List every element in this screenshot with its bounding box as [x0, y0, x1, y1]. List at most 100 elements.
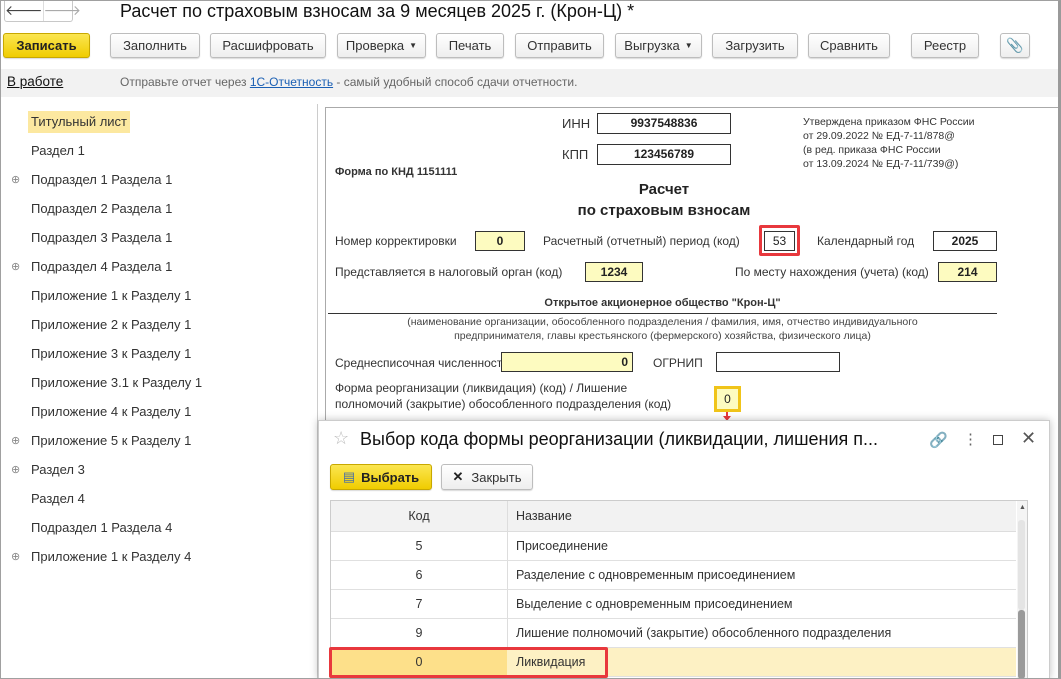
caret-down-icon: ▼ — [684, 41, 693, 50]
select-label: Выбрать — [361, 469, 420, 485]
period-label: Расчетный (отчетный) период (код) — [543, 234, 740, 248]
sidebar-item[interactable]: Подраздел 1 Раздела 4 — [28, 517, 175, 539]
column-header-code[interactable]: Код — [331, 509, 507, 523]
sidebar-item[interactable]: Приложение 3 к Разделу 1 — [28, 343, 194, 365]
org-name[interactable]: Открытое акционерное общество "Крон-Ц" — [328, 297, 997, 309]
sidebar-item[interactable]: Приложение 2 к Разделу 1 — [28, 314, 194, 336]
attach-button[interactable]: 📎 — [1000, 33, 1030, 58]
period-field[interactable]: 53 — [764, 231, 795, 251]
sidebar-item[interactable]: Раздел 4 — [28, 488, 88, 510]
reorg-label: Форма реорганизации (ликвидация) (код) /… — [335, 381, 628, 395]
approval-line: (в ред. приказа ФНС России — [803, 144, 941, 156]
check-dropdown[interactable]: Проверка ▼ — [337, 33, 426, 58]
headcount-field[interactable]: 0 — [501, 352, 633, 372]
year-field[interactable]: 2025 — [933, 231, 997, 251]
caret-down-icon: ▼ — [409, 41, 418, 50]
tax-office-field[interactable]: 1234 — [585, 262, 643, 282]
cell-code: 7 — [415, 597, 423, 611]
maximize-icon[interactable] — [993, 435, 1003, 445]
hint-text: Отправьте отчет через 1С-Отчетность - са… — [120, 75, 577, 89]
sidebar-item[interactable]: Подраздел 1 Раздела 1 — [28, 169, 175, 191]
knd-label: Форма по КНД 1151111 — [335, 166, 458, 178]
ogrnip-field[interactable] — [716, 352, 840, 372]
close-icon[interactable]: ✕ — [1021, 428, 1036, 449]
expand-icon[interactable]: ⊕ — [11, 463, 20, 476]
window-title: Расчет по страховым взносам за 9 месяцев… — [120, 1, 635, 21]
sidebar-item[interactable]: Приложение 4 к Разделу 1 — [28, 401, 194, 423]
year-label: Календарный год — [817, 234, 915, 248]
form-subheading: по страховым взносам — [577, 202, 751, 219]
selection-highlight — [329, 647, 608, 678]
inn-label: ИНН — [562, 116, 591, 131]
paperclip-icon: 📎 — [1006, 37, 1024, 53]
registry-button[interactable]: Реестр — [911, 33, 979, 58]
org-caption: предпринимателя, главы крестьянского (фе… — [454, 330, 871, 342]
compare-button[interactable]: Сравнить — [808, 33, 890, 58]
back-button[interactable]: 🡐 — [5, 0, 43, 21]
export-label: Выгрузка — [624, 38, 680, 53]
approval-line: от 13.09.2024 № ЕД-7-11/739@) — [803, 158, 959, 170]
sidebar-item[interactable]: Подраздел 3 Раздела 1 — [28, 227, 175, 249]
sidebar-item[interactable]: Подраздел 4 Раздела 1 — [28, 256, 175, 278]
check-label: Проверка — [345, 38, 405, 53]
more-icon[interactable]: ⋮ — [963, 430, 978, 448]
history-nav: 🡐 🡒 — [4, 0, 81, 22]
print-button[interactable]: Печать — [436, 33, 504, 58]
hint-before: Отправьте отчет через — [120, 75, 250, 89]
scrollbar-thumb[interactable] — [1018, 610, 1025, 679]
sidebar-item[interactable]: Раздел 1 — [28, 140, 88, 162]
select-icon: ▤ — [342, 469, 356, 484]
cell-code: 5 — [415, 539, 423, 553]
scroll-up-icon[interactable]: ▲ — [1019, 504, 1026, 511]
sidebar-item[interactable]: Приложение 1 к Разделу 1 — [28, 285, 194, 307]
sidebar-item[interactable]: Приложение 1 к Разделу 4 — [28, 546, 194, 568]
inn-field[interactable]: 9937548836 — [597, 113, 731, 134]
kpp-field[interactable]: 123456789 — [597, 144, 731, 165]
form-heading: Расчет — [638, 181, 690, 198]
star-icon[interactable]: ☆ — [333, 428, 349, 449]
decode-button[interactable]: Расшифровать — [210, 33, 326, 58]
sidebar-item[interactable]: Приложение 3.1 к Разделу 1 — [28, 372, 205, 394]
status-link[interactable]: В работе — [7, 74, 63, 89]
expand-icon[interactable]: ⊕ — [11, 173, 20, 186]
correction-field[interactable]: 0 — [475, 231, 525, 251]
form-border — [325, 107, 1058, 108]
cell-code: 6 — [415, 568, 423, 582]
ogrnip-label: ОГРНИП — [653, 356, 703, 370]
cell-code: 9 — [415, 626, 423, 640]
column-header-name[interactable]: Название — [516, 509, 572, 523]
expand-icon[interactable]: ⊕ — [11, 550, 20, 563]
x-icon: ✕ — [452, 469, 464, 484]
sidebar-item[interactable]: Подраздел 2 Раздела 1 — [28, 198, 175, 220]
approval-note: Утверждена приказом ФНС России от 29.09.… — [803, 115, 974, 171]
reorg-field[interactable]: 0 — [714, 386, 741, 412]
sidebar-item[interactable]: Раздел 3 — [28, 459, 88, 481]
expand-icon[interactable]: ⊕ — [11, 434, 20, 447]
approval-line: Утверждена приказом ФНС России — [803, 116, 975, 128]
send-button[interactable]: Отправить — [515, 33, 604, 58]
location-field[interactable]: 214 — [938, 262, 997, 282]
hint-after: - самый удобный способ сдачи отчетности. — [333, 75, 578, 89]
fill-button[interactable]: Заполнить — [110, 33, 200, 58]
select-button[interactable]: ▤ Выбрать — [330, 464, 432, 490]
close-label: Закрыть — [471, 469, 522, 485]
reporting-link[interactable]: 1С-Отчетность — [250, 75, 333, 89]
load-button[interactable]: Загрузить — [712, 33, 798, 58]
save-button[interactable]: Записать — [3, 33, 90, 58]
org-caption: (наименование организации, обособленного… — [407, 316, 918, 328]
link-icon[interactable]: 🔗 — [929, 431, 948, 449]
close-button[interactable]: ✕ Закрыть — [441, 464, 533, 490]
org-name-line — [328, 313, 997, 314]
cell-name: Лишение полномочий (закрытие) обособленн… — [516, 626, 892, 640]
expand-icon[interactable]: ⊕ — [11, 260, 20, 273]
scrollbar-track — [1018, 520, 1025, 610]
form-border-left — [325, 107, 326, 427]
status-strip: В работе Отправьте отчет через 1С-Отчетн… — [0, 69, 1058, 97]
reorg-label: полномочий (закрытие) обособленного подр… — [335, 397, 672, 411]
sidebar-item[interactable]: Титульный лист — [28, 111, 131, 133]
sidebar-item[interactable]: Приложение 5 к Разделу 1 — [28, 430, 194, 452]
cell-name: Разделение с одновременным присоединение… — [516, 568, 796, 582]
export-dropdown[interactable]: Выгрузка ▼ — [615, 33, 702, 58]
approval-line: от 29.09.2022 № ЕД-7-11/878@ — [803, 130, 955, 142]
forward-button[interactable]: 🡒 — [42, 0, 81, 21]
